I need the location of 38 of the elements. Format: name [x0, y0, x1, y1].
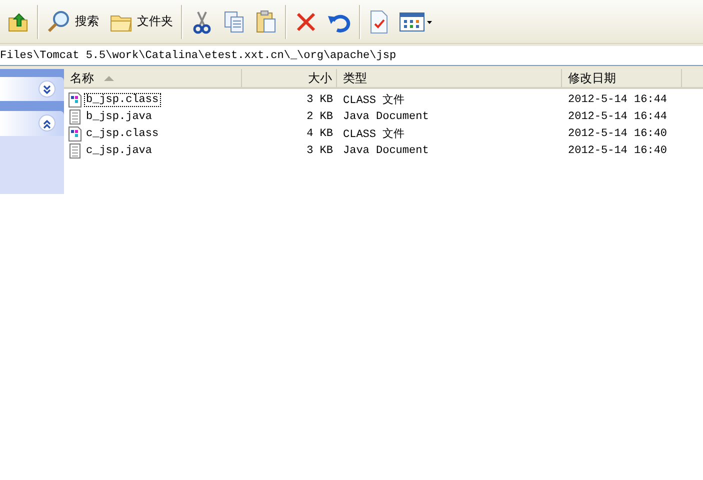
file-size: 4 KB: [306, 128, 334, 140]
file-name[interactable]: c_jsp.java: [84, 144, 154, 158]
file-type: Java Document: [342, 110, 430, 122]
modified-date: 2012-5-14 16:40: [567, 144, 668, 156]
column-header[interactable]: 大小: [308, 70, 332, 86]
column-header[interactable]: 修改日期: [568, 70, 616, 86]
folder-up-icon: [7, 10, 29, 32]
clipboard-icon: [255, 10, 277, 34]
column-header[interactable]: 类型: [343, 70, 367, 86]
text-file-icon: [68, 108, 82, 124]
copy-icon: [223, 10, 245, 34]
file-name[interactable]: b_jsp.class: [84, 92, 161, 106]
panel-body: [0, 136, 64, 194]
modified-date: 2012-5-14 16:44: [567, 110, 668, 122]
file-size: 2 KB: [306, 110, 334, 122]
modified-date: 2012-5-14 16:44: [567, 94, 668, 106]
class-file-icon: [68, 92, 82, 108]
collapse-icon[interactable]: [38, 114, 56, 132]
address-field[interactable]: Files\Tomcat 5.5\work\Catalina\etest.xxt.cn\_\org\apache\jsp: [0, 46, 703, 66]
file-size: 3 KB: [306, 144, 334, 156]
expand-icon[interactable]: [38, 80, 56, 98]
search-button[interactable]: 搜索: [42, 4, 104, 40]
modified-date: 2012-5-14 16:40: [567, 128, 668, 140]
file-type: CLASS 文件: [342, 126, 406, 141]
delete-icon: [295, 10, 317, 32]
views-icon: [399, 10, 433, 32]
search-icon: [47, 10, 71, 34]
file-name[interactable]: b_jsp.java: [84, 110, 154, 124]
text-file-icon: [68, 142, 82, 158]
file-type: CLASS 文件: [342, 92, 406, 107]
file-type: Java Document: [342, 144, 430, 156]
scissors-icon: [191, 10, 213, 34]
column-header[interactable]: 名称: [70, 70, 94, 86]
file-size: 3 KB: [306, 94, 334, 106]
properties-icon: [369, 10, 389, 34]
folders-button[interactable]: 文件夹: [104, 4, 178, 40]
file-name[interactable]: c_jsp.class: [84, 126, 161, 140]
class-file-icon: [68, 126, 82, 142]
